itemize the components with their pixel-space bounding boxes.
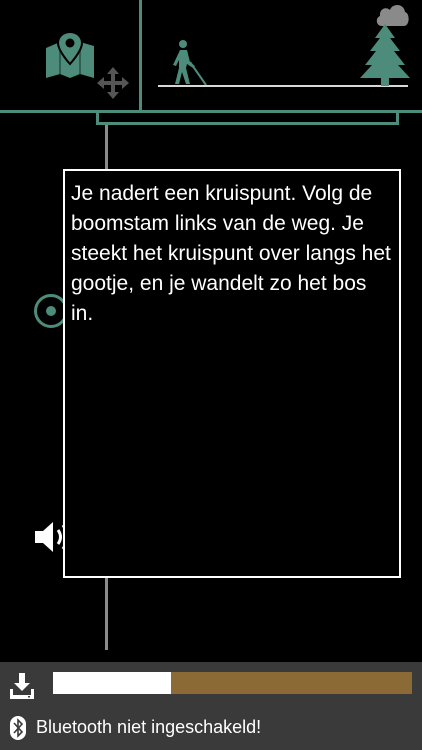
download-progress-fill xyxy=(53,672,172,694)
bluetooth-icon xyxy=(10,716,26,740)
pine-tree-icon xyxy=(360,24,410,86)
waypoint-dot xyxy=(46,306,56,316)
instruction-text: Je nadert een kruispunt. Volg de boomsta… xyxy=(71,182,391,325)
header xyxy=(0,0,422,125)
footer: Bluetooth niet ingeschakeld! xyxy=(0,662,422,750)
bluetooth-status: Bluetooth niet ingeschakeld! xyxy=(36,717,262,737)
map-pin-icon[interactable] xyxy=(44,32,96,80)
download-icon[interactable] xyxy=(10,673,34,699)
blind-walker-icon xyxy=(173,40,207,86)
instruction-box: Je nadert een kruispunt. Volg de boomsta… xyxy=(63,169,401,578)
download-progress-bar xyxy=(53,672,412,694)
move-arrows-icon[interactable] xyxy=(96,66,130,100)
header-bracket xyxy=(96,113,399,125)
header-divider-vertical xyxy=(139,0,142,112)
